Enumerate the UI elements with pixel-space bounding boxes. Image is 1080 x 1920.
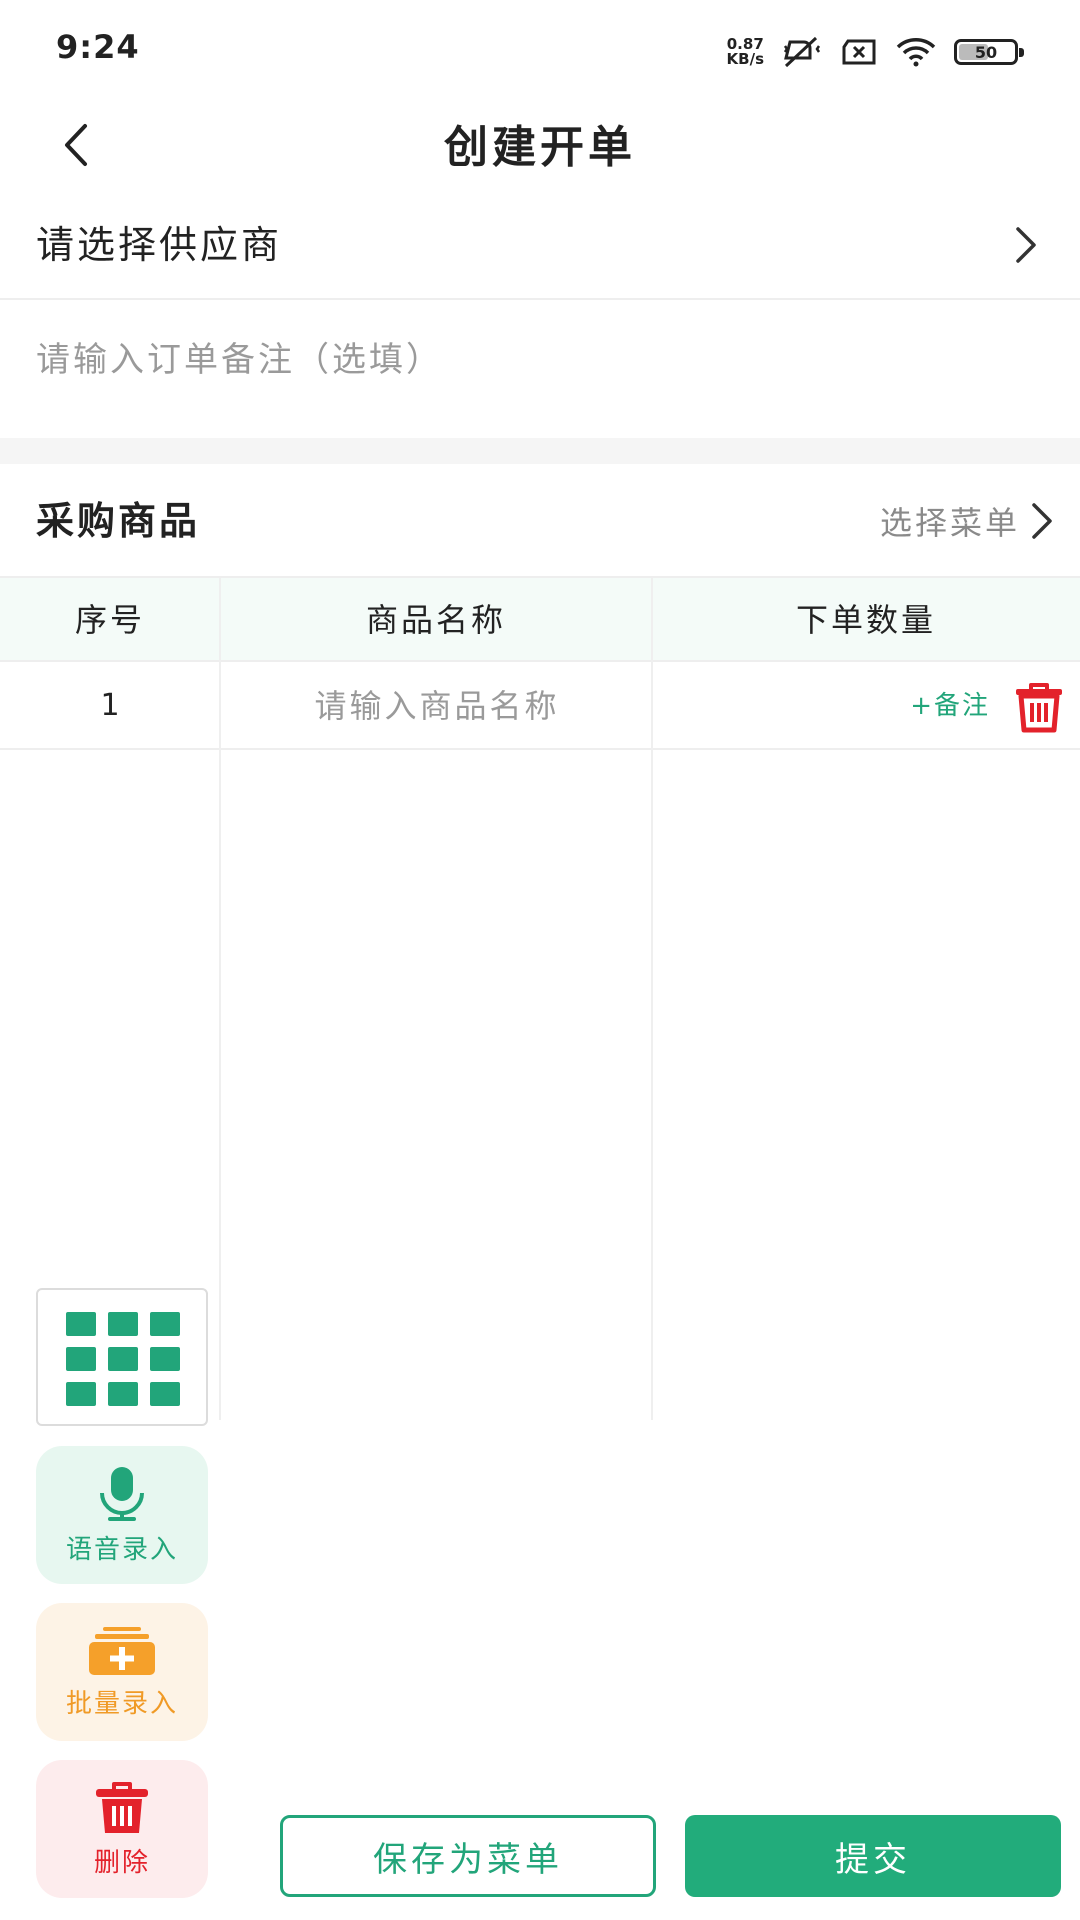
chevron-right-icon: [998, 218, 1052, 272]
choose-menu-button[interactable]: 选择菜单: [880, 464, 1056, 578]
table-header: 序号 商品名称 下单数量: [0, 578, 1080, 662]
choose-menu-label: 选择菜单: [879, 504, 1020, 542]
status-icons: 0.87 KB/s 50: [727, 32, 1024, 72]
section-title: 采购商品: [36, 499, 201, 543]
table-row: 1 +备注: [0, 662, 1080, 750]
batch-input-button[interactable]: 批量录入: [36, 1603, 208, 1741]
column-divider: [219, 578, 221, 1420]
grid-menu-button[interactable]: [36, 1288, 208, 1426]
back-button[interactable]: [40, 110, 110, 180]
order-remark-input[interactable]: [36, 332, 1036, 388]
chevron-right-icon: [1032, 503, 1052, 539]
row-index: 1: [100, 688, 120, 723]
status-bar: 9:24 0.87 KB/s 50: [0, 0, 1080, 100]
batch-add-icon: [89, 1626, 155, 1675]
wifi-icon: [896, 38, 936, 67]
header-order-quantity: 下单数量: [795, 601, 936, 639]
delete-label: 删除: [93, 1847, 150, 1878]
delete-button[interactable]: 删除: [36, 1760, 208, 1898]
product-name-input[interactable]: [222, 678, 652, 734]
back-arrow-icon: [65, 124, 87, 166]
voice-input-button[interactable]: 语音录入: [36, 1446, 208, 1584]
supplier-selector[interactable]: 请选择供应商: [0, 190, 1080, 300]
grid-icon: [66, 1312, 180, 1406]
battery-level: 50: [974, 42, 998, 62]
battery-cap: [1019, 48, 1024, 57]
vibrate-off-icon: [783, 36, 821, 68]
trash-icon: [96, 1781, 148, 1833]
net-speed-icon: 0.87 KB/s: [727, 37, 764, 67]
section-divider: [0, 438, 1080, 464]
net-speed-unit: KB/s: [726, 50, 764, 68]
supplier-label: 请选择供应商: [36, 223, 283, 267]
save-as-menu-button[interactable]: 保存为菜单: [280, 1815, 656, 1897]
header-index: 序号: [74, 601, 145, 639]
battery-icon: 50: [954, 39, 1024, 65]
status-time: 9:24: [56, 28, 140, 66]
submit-button[interactable]: 提交: [685, 1815, 1061, 1897]
batch-input-label: 批量录入: [65, 1688, 178, 1719]
add-remark-button[interactable]: +备注: [910, 662, 990, 750]
trash-icon[interactable]: [1012, 680, 1066, 734]
order-remark-row: [0, 302, 1080, 438]
page-title: 创建开单: [444, 122, 636, 173]
voice-input-label: 语音录入: [65, 1534, 178, 1565]
column-divider: [651, 578, 653, 1420]
create-order-screen: 9:24 0.87 KB/s 50 创建开单 请选择供应商 请输入订单备注（选填…: [0, 0, 1080, 1920]
microphone-icon: [100, 1466, 144, 1521]
header-product-name: 商品名称: [365, 601, 506, 639]
sim-off-icon: [842, 39, 876, 65]
purchase-items-header: 采购商品 选择菜单: [0, 464, 1080, 578]
nav-bar: 创建开单: [0, 100, 1080, 195]
